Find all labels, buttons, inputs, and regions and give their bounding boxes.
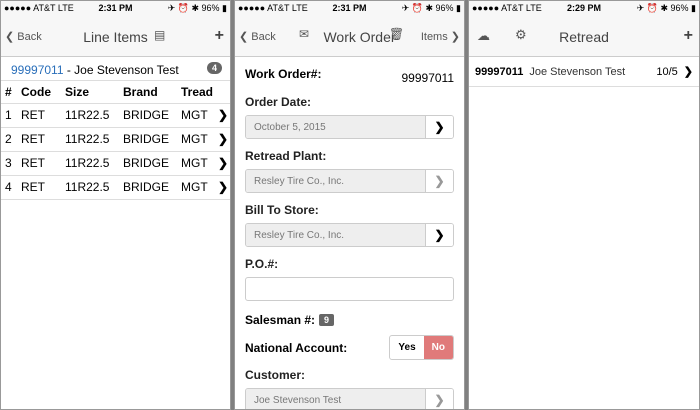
col-number: # bbox=[1, 81, 17, 104]
item-count: 10/5 bbox=[656, 65, 678, 78]
cell-code: RET bbox=[17, 175, 61, 200]
salesman-row: Salesman #: 9 bbox=[245, 313, 454, 327]
work-order-value: 99997011 bbox=[401, 71, 455, 85]
add-button[interactable]: + bbox=[215, 27, 224, 45]
customer-id[interactable]: 99997011 bbox=[11, 63, 64, 77]
col-size: Size bbox=[61, 81, 119, 104]
retread-screen: ●●●●● AT&T LTE 2:29 PM ✈ ⏰ ✱ 96% ▮ ☁ ⚙ R… bbox=[468, 0, 700, 410]
cell-number: 3 bbox=[1, 151, 17, 176]
battery: ✈ ⏰ ✱ 96% ▮ bbox=[401, 3, 461, 13]
chevron-right-icon[interactable]: ❯ bbox=[216, 127, 230, 152]
cell-brand: BRIDGE bbox=[119, 127, 177, 152]
order-date-field[interactable]: October 5, 2015 ❯ bbox=[245, 115, 454, 139]
cell-size: 11R22.5 bbox=[61, 127, 119, 152]
cell-size: 11R22.5 bbox=[61, 175, 119, 200]
cell-tread: MGT bbox=[177, 103, 216, 128]
work-order-screen: ●●●●● AT&T LTE 2:31 PM ✈ ⏰ ✱ 96% ▮ ❮ Bac… bbox=[234, 0, 465, 410]
work-order-label: Work Order#: bbox=[245, 67, 322, 81]
retread-plant-field[interactable]: Resley Tire Co., Inc. ❯ bbox=[245, 169, 454, 193]
customer-name: Joe Stevenson Test bbox=[529, 65, 626, 78]
chevron-right-icon[interactable]: ❯ bbox=[216, 103, 230, 128]
col-brand: Brand bbox=[119, 81, 177, 104]
copy-icon[interactable]: ▤ bbox=[154, 28, 165, 42]
customer-field[interactable]: Joe Stevenson Test ❯ bbox=[245, 388, 454, 409]
no-option[interactable]: No bbox=[423, 336, 453, 359]
chevron-right-icon[interactable]: ❯ bbox=[425, 116, 453, 138]
cell-tread: MGT bbox=[177, 127, 216, 152]
table-header: # Code Size Brand Tread bbox=[1, 81, 230, 104]
page-title: Line Items bbox=[83, 29, 148, 45]
customer-name: Joe Stevenson Test bbox=[74, 63, 179, 77]
retread-plant-label: Retread Plant: bbox=[245, 149, 327, 163]
po-input[interactable] bbox=[245, 277, 454, 301]
order-date-value: October 5, 2015 bbox=[246, 116, 425, 138]
cell-code: RET bbox=[17, 127, 61, 152]
cell-number: 1 bbox=[1, 103, 17, 128]
work-order-id: 99997011 bbox=[475, 65, 524, 78]
bill-to-value: Resley Tire Co., Inc. bbox=[246, 224, 425, 246]
cell-code: RET bbox=[17, 151, 61, 176]
chevron-right-icon[interactable]: ❯ bbox=[216, 175, 230, 200]
cell-brand: BRIDGE bbox=[119, 151, 177, 176]
national-account-toggle[interactable]: Yes No bbox=[389, 335, 454, 360]
col-code: Code bbox=[17, 81, 61, 104]
customer-separator: - bbox=[63, 63, 75, 77]
work-order-row: Work Order#: 99997011 bbox=[245, 67, 454, 85]
table-row[interactable]: 4 RET 11R22.5 BRIDGE MGT ❯ bbox=[1, 175, 230, 200]
retread-plant-value: Resley Tire Co., Inc. bbox=[246, 170, 425, 192]
trash-icon[interactable]: 🗑 bbox=[389, 27, 404, 41]
chevron-right-icon[interactable]: ❯ bbox=[425, 224, 453, 246]
customer-value: Joe Stevenson Test bbox=[246, 389, 425, 409]
cell-tread: MGT bbox=[177, 151, 216, 176]
cell-number: 2 bbox=[1, 127, 17, 152]
bill-to-label: Bill To Store: bbox=[245, 203, 319, 217]
cell-brand: BRIDGE bbox=[119, 103, 177, 128]
order-date-label: Order Date: bbox=[245, 95, 312, 109]
col-tread: Tread bbox=[177, 81, 216, 104]
battery: ✈ ⏰ ✱ 96% ▮ bbox=[167, 3, 227, 13]
chevron-right-icon[interactable]: ❯ bbox=[425, 389, 453, 409]
yes-option[interactable]: Yes bbox=[390, 336, 423, 359]
status-bar: ●●●●● AT&T LTE 2:31 PM ✈ ⏰ ✱ 96% ▮ bbox=[235, 1, 464, 15]
add-button[interactable]: + bbox=[684, 27, 693, 45]
cell-brand: BRIDGE bbox=[119, 175, 177, 200]
chevron-right-icon[interactable]: ❯ bbox=[684, 65, 693, 78]
nav-bar: ❮ Back Line Items ▤ + bbox=[1, 15, 230, 57]
table-row[interactable]: 2 RET 11R22.5 BRIDGE MGT ❯ bbox=[1, 127, 230, 152]
list-item[interactable]: 99997011 Joe Stevenson Test 10/5 ❯ bbox=[469, 57, 699, 87]
status-bar: ●●●●● AT&T LTE 2:29 PM ✈ ⏰ ✱ 96% ▮ bbox=[469, 1, 699, 15]
nav-bar: ❮ Back ✉ Work Order 🗑 Items ❯ bbox=[235, 15, 464, 57]
table-row[interactable]: 3 RET 11R22.5 BRIDGE MGT ❯ bbox=[1, 151, 230, 176]
table-row[interactable]: 1 RET 11R22.5 BRIDGE MGT ❯ bbox=[1, 103, 230, 128]
national-account-row: National Account: Yes No bbox=[245, 335, 454, 360]
national-account-label: National Account: bbox=[245, 340, 348, 355]
salesman-label: Salesman #: bbox=[245, 313, 316, 327]
battery: ✈ ⏰ ✱ 96% ▮ bbox=[636, 3, 696, 13]
cell-code: RET bbox=[17, 103, 61, 128]
items-button[interactable]: Items ❯ bbox=[421, 30, 460, 43]
status-bar: ●●●●● AT&T LTE 2:31 PM ✈ ⏰ ✱ 96% ▮ bbox=[1, 1, 230, 15]
nav-bar: ☁ ⚙ Retread + bbox=[469, 15, 699, 57]
po-label: P.O.#: bbox=[245, 257, 279, 271]
cell-number: 4 bbox=[1, 175, 17, 200]
line-items-screen: ●●●●● AT&T LTE 2:31 PM ✈ ⏰ ✱ 96% ▮ ❮ Bac… bbox=[0, 0, 231, 410]
chevron-right-icon[interactable]: ❯ bbox=[425, 170, 453, 192]
page-title: Retread bbox=[559, 29, 609, 45]
col-chevron bbox=[216, 81, 230, 104]
cell-size: 11R22.5 bbox=[61, 151, 119, 176]
customer-header: 99997011 - Joe Stevenson Test 4 bbox=[1, 57, 230, 81]
cell-size: 11R22.5 bbox=[61, 103, 119, 128]
item-count-badge: 4 bbox=[206, 62, 222, 74]
bill-to-field[interactable]: Resley Tire Co., Inc. ❯ bbox=[245, 223, 454, 247]
cell-tread: MGT bbox=[177, 175, 216, 200]
salesman-badge: 9 bbox=[319, 314, 335, 326]
work-order-form: Work Order#: 99997011 Order Date: Octobe… bbox=[235, 67, 464, 409]
line-items-table: # Code Size Brand Tread 1 RET 11R22.5 BR… bbox=[1, 81, 230, 200]
customer-label: Customer: bbox=[245, 368, 306, 382]
chevron-right-icon[interactable]: ❯ bbox=[216, 151, 230, 176]
